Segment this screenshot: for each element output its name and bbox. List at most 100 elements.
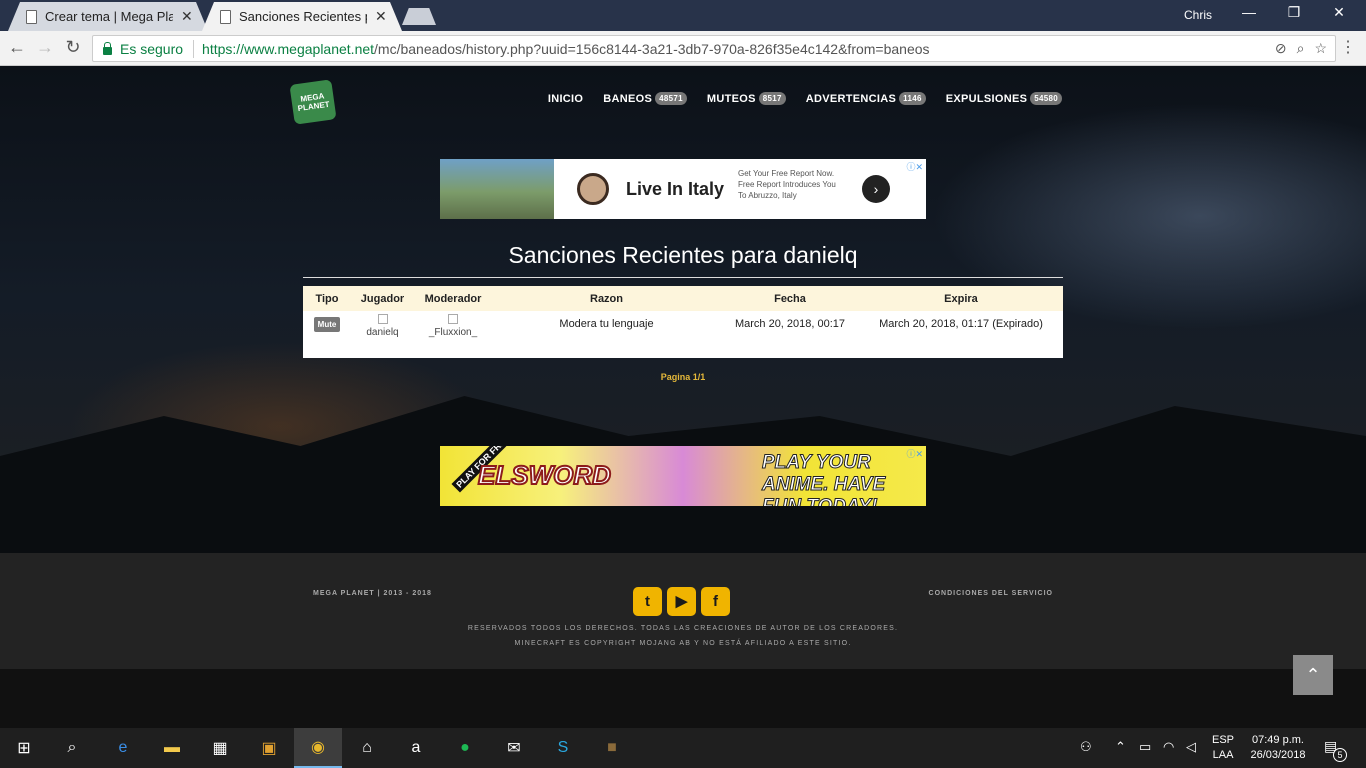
secure-label[interactable]: Es seguro (120, 41, 183, 57)
lang-top: ESP (1212, 734, 1235, 746)
divider (193, 39, 195, 58)
twitter-icon[interactable]: t (633, 587, 662, 616)
url-host: https://www.megaplanet.net (202, 40, 375, 57)
spotify-icon[interactable]: ● (441, 728, 489, 768)
scroll-to-top-button[interactable]: ⌃ (1293, 655, 1333, 695)
ad-banner-top[interactable]: Live In Italy Get Your Free Report Now. … (440, 159, 926, 219)
address-bar[interactable]: Es seguro https://www.megaplanet.net/mc/… (92, 35, 1336, 62)
tab-crear-tema[interactable]: Crear tema | Mega Planet ✕ (8, 2, 208, 31)
page-bottom (0, 669, 1366, 728)
zoom-icon[interactable]: ⌕ (1297, 40, 1305, 57)
search-icon[interactable]: ⌕ (48, 728, 96, 768)
ad-brand: ELSWORD (477, 459, 612, 491)
profile-name[interactable]: Chris (1184, 8, 1212, 22)
ad-tagline: PLAY YOUR ANIME. HAVE FUN TODAY! (762, 452, 886, 507)
document-icon (220, 9, 231, 24)
minecraft-icon[interactable]: ■ (588, 728, 636, 768)
cell-moderador[interactable]: _Fluxxion_ (414, 314, 492, 338)
browser-titlebar: Crear tema | Mega Planet ✕ Sanciones Rec… (0, 0, 1366, 31)
edge-icon[interactable]: e (99, 728, 147, 768)
wifi-icon[interactable]: ◠ (1163, 739, 1174, 755)
clock[interactable]: 07:49 p.m. 26/03/2018 (1246, 733, 1310, 763)
tab-close-icon[interactable]: ✕ (181, 8, 193, 25)
store-icon[interactable]: ▦ (196, 728, 244, 768)
table-row[interactable]: Mute danielq _Fluxxion_ Modera tu lengua… (303, 311, 1063, 338)
ad-choices-icon[interactable]: ⓘ✕ (906, 160, 923, 173)
title-divider (303, 277, 1063, 278)
restore-button[interactable]: ❐ (1279, 4, 1309, 21)
app-icon[interactable]: ▣ (245, 728, 293, 768)
count-badge: 8517 (758, 92, 786, 105)
ad-choices-icon[interactable]: ⓘ✕ (906, 447, 923, 460)
legal-line-2: MINECRAFT ES COPYRIGHT MOJANG AB Y NO ES… (514, 640, 852, 647)
amazon-icon[interactable]: a (392, 728, 440, 768)
blocked-popup-icon[interactable]: ⊘ (1275, 40, 1287, 57)
document-icon (26, 9, 37, 24)
forward-button[interactable]: → (34, 37, 56, 58)
browser-toolbar: ← → ↻ Es seguro https://www.megaplanet.n… (0, 31, 1366, 66)
ad-arrow-icon[interactable]: › (862, 175, 890, 203)
player-avatar (377, 314, 388, 324)
tab-sanciones[interactable]: Sanciones Recientes para danielq ✕ (202, 2, 402, 31)
nav-baneos[interactable]: BANEOS 48571 (603, 92, 687, 105)
reload-button[interactable]: ↻ (62, 37, 84, 58)
back-button[interactable]: ← (6, 37, 28, 58)
new-tab-button[interactable] (402, 8, 436, 25)
close-button[interactable]: ✕ (1324, 4, 1354, 21)
tab-label: Sanciones Recientes para danielq (239, 9, 367, 24)
omnibox-actions: ⊘ ⌕ ☆ (1275, 40, 1327, 57)
notification-count: 5 (1333, 748, 1347, 762)
cell-razon: Modera tu lenguaje (559, 318, 654, 330)
nav-advertencias[interactable]: ADVERTENCIAS 1146 (806, 92, 926, 105)
ad-headline: Live In Italy (626, 179, 725, 199)
col-jugador: Jugador (360, 292, 405, 305)
menu-dots-icon[interactable]: ⋮ (1340, 37, 1356, 57)
footer-copyright: MEGA PLANET | 2013 - 2018 (313, 590, 432, 597)
moderator-avatar (448, 314, 458, 324)
nav-label: ADVERTENCIAS (805, 92, 897, 105)
nav-inicio[interactable]: INICIO (548, 93, 583, 105)
file-explorer-icon[interactable]: ▬ (148, 728, 196, 768)
nav-label: MUTEOS (706, 92, 756, 105)
minimize-button[interactable]: — (1234, 4, 1264, 20)
social-links: t ▶ f (633, 587, 730, 616)
mail-icon[interactable]: ✉ (490, 728, 538, 768)
cell-fecha: March 20, 2018, 00:17 (734, 318, 846, 330)
nav-label: EXPULSIONES (945, 92, 1028, 105)
youtube-icon[interactable]: ▶ (667, 587, 696, 616)
ad-banner-bottom[interactable]: PLAY FOR FREE! ELSWORD PLAY YOUR ANIME. … (440, 446, 926, 506)
logo-text: MEGA PLANET (297, 91, 331, 114)
ad-landscape-image (440, 159, 554, 219)
col-tipo: Tipo (315, 292, 339, 305)
cell-expira: March 20, 2018, 01:17 (Expirado) (879, 318, 1043, 330)
battery-icon[interactable]: ▭ (1139, 739, 1151, 755)
facebook-icon[interactable]: f (701, 587, 730, 616)
count-badge: 1146 (899, 92, 926, 105)
site-logo[interactable]: MEGA PLANET (289, 79, 337, 125)
chevron-up-icon[interactable]: ⌃ (1115, 739, 1126, 755)
col-razon: Razon (590, 292, 623, 305)
language-indicator[interactable]: ESP LAA (1212, 733, 1234, 763)
volume-icon[interactable]: ◁ (1186, 739, 1196, 755)
windows-start-icon[interactable]: ⊞ (0, 728, 48, 768)
legal-line-1: RESERVADOS TODOS LOS DERECHOS. TODAS LAS… (467, 625, 899, 632)
nav-expulsiones[interactable]: EXPULSIONES 54580 (946, 92, 1062, 105)
mute-badge: Mute (313, 317, 341, 332)
tab-close-icon[interactable]: ✕ (375, 8, 387, 25)
skype-icon[interactable]: S (539, 728, 587, 768)
chrome-icon[interactable]: ◉ (294, 728, 342, 768)
windows-taskbar: ⊞ ⌕ e ▬ ▦ ▣ ◉ ⌂ a ● ✉ S ■ ⚇ ⌃ ▭ ◠ ◁ ESP … (0, 728, 1366, 768)
nav-muteos[interactable]: MUTEOS 8517 (707, 92, 786, 105)
bookmark-star-icon[interactable]: ☆ (1314, 40, 1327, 57)
people-icon[interactable]: ⚇ (1080, 739, 1092, 755)
web-page: MEGA PLANET INICIO BANEOS 48571 MUTEOS 851… (0, 66, 1366, 728)
page-title: Sanciones Recientes para danielq (508, 242, 858, 268)
player-name: danielq (366, 327, 399, 338)
terms-link[interactable]: CONDICIONES DEL SERVICIO (929, 590, 1053, 597)
nav-label: BANEOS (603, 92, 653, 105)
tab-label: Crear tema | Mega Planet (45, 9, 173, 24)
url-path: /mc/baneados/history.php?uuid=156c8144-3… (374, 40, 930, 57)
home-icon[interactable]: ⌂ (343, 728, 391, 768)
cell-jugador[interactable]: danielq (351, 314, 414, 338)
pagination: Pagina 1/1 (660, 372, 706, 382)
